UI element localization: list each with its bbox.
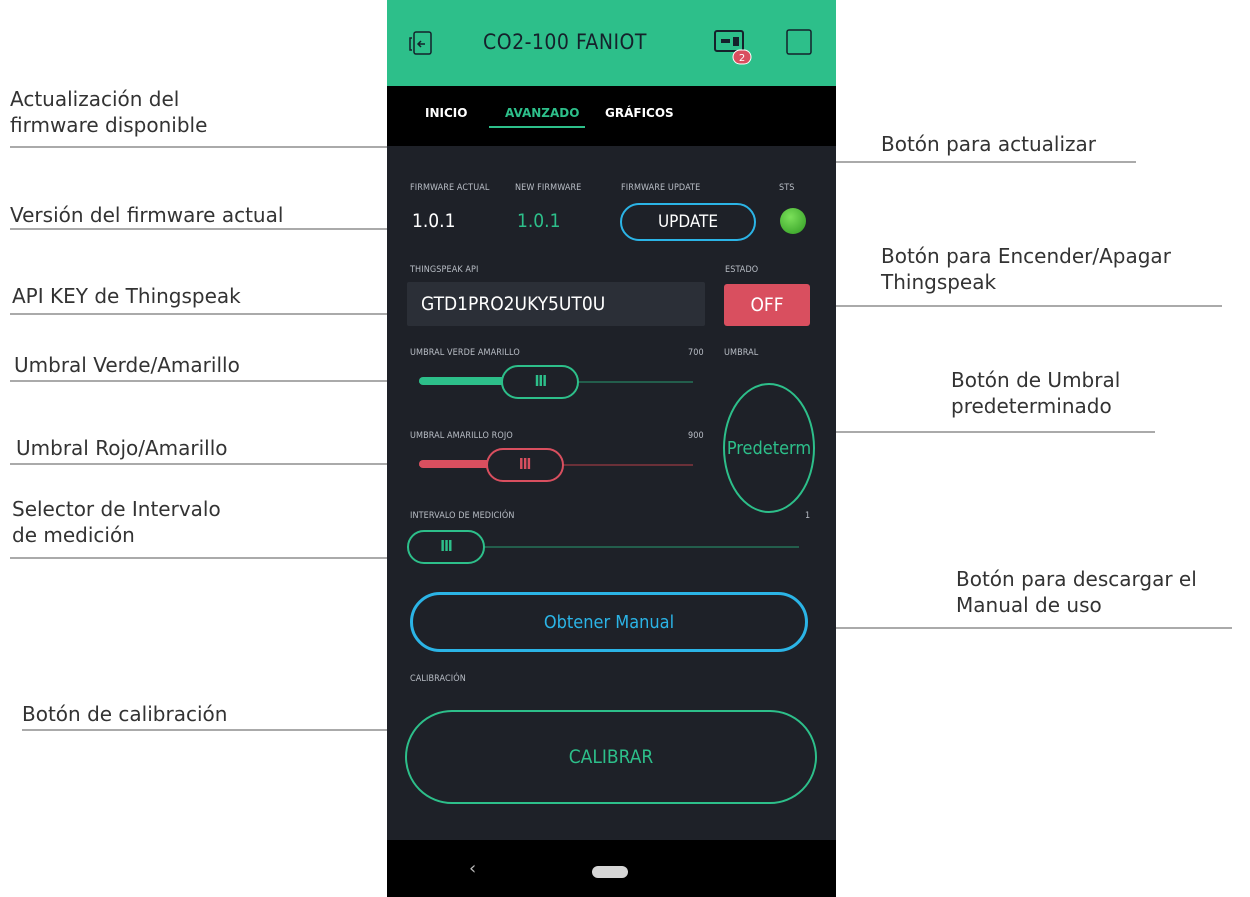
android-nav-bar: ‹ (387, 840, 836, 897)
square-icon[interactable] (785, 28, 813, 60)
firmware-update-label: FIRMWARE UPDATE (621, 183, 701, 193)
calibrar-button[interactable]: CALIBRAR (405, 710, 817, 804)
annotation-umbral-verde: Umbral Verde/Amarillo (14, 353, 240, 377)
phone-screen: CO2-100 FANIOT 2 INICIO AVANZADO GRÁFICO… (387, 0, 836, 897)
intervalo-label: INTERVALO DE MEDICIÓN (410, 511, 515, 521)
app-title: CO2-100 FANIOT (483, 30, 647, 54)
umbral-verde-value: 700 (688, 348, 704, 358)
firmware-actual-label: FIRMWARE ACTUAL (410, 183, 490, 193)
tab-graficos[interactable]: GRÁFICOS (605, 106, 674, 120)
umbral-rojo-thumb[interactable]: lll (485, 448, 564, 482)
sts-led (780, 208, 806, 234)
thingspeak-api-input[interactable]: GTD1PRO2UKY5UT0U (407, 282, 705, 326)
app-header: CO2-100 FANIOT 2 (387, 0, 836, 86)
umbral-verde-label: UMBRAL VERDE AMARILLO (410, 348, 520, 358)
tab-active-indicator (489, 126, 585, 128)
calibracion-label: CALIBRACIÓN (410, 674, 466, 684)
tab-bar: INICIO AVANZADO GRÁFICOS (387, 86, 836, 146)
annotation-api-key: API KEY de Thingspeak (12, 284, 241, 308)
annotation-firmware-disponible: Actualización del firmware disponible (10, 87, 208, 137)
annotation-firmware-actual: Versión del firmware actual (10, 203, 284, 227)
new-firmware-label: NEW FIRMWARE (515, 183, 582, 193)
umbral-rojo-fill (419, 460, 494, 468)
annotation-umbral-rojo: Umbral Rojo/Amarillo (16, 436, 228, 460)
sts-label: STS (779, 183, 795, 193)
annotation-actualizar: Botón para actualizar (881, 132, 1096, 156)
notification-count: 2 (739, 53, 745, 64)
umbral-verde-fill (419, 377, 510, 385)
umbral-predeterminado-button[interactable]: Predeterm (723, 383, 815, 513)
tab-avanzado[interactable]: AVANZADO (505, 106, 579, 120)
update-button[interactable]: UPDATE (620, 203, 756, 241)
annotation-manual: Botón para descargar el Manual de uso (956, 567, 1197, 617)
tab-inicio[interactable]: INICIO (425, 106, 467, 120)
intervalo-thumb[interactable]: lll (407, 530, 485, 564)
estado-label: ESTADO (725, 265, 759, 275)
intervalo-value: 1 (805, 511, 811, 521)
bluetooth-badge-icon[interactable]: 2 (713, 28, 755, 72)
device-icon[interactable] (407, 30, 435, 62)
annotation-thingspeak-onoff: Botón para Encender/Apagar Thingspeak (881, 244, 1171, 294)
thingspeak-off-button[interactable]: OFF (724, 284, 810, 326)
annotation-calibracion: Botón de calibración (22, 702, 228, 726)
obtener-manual-button[interactable]: Obtener Manual (410, 592, 808, 652)
thingspeak-api-label: THINGSPEAK API (410, 265, 479, 275)
back-icon[interactable]: ‹ (469, 858, 476, 879)
firmware-actual-value: 1.0.1 (412, 210, 456, 232)
umbral-rojo-label: UMBRAL AMARILLO ROJO (410, 431, 513, 441)
umbral-verde-thumb[interactable]: lll (501, 365, 580, 399)
home-icon[interactable] (592, 866, 628, 878)
annotation-umbral-pred: Botón de Umbral predeterminado (951, 368, 1121, 418)
new-firmware-value: 1.0.1 (517, 210, 561, 232)
annotation-intervalo: Selector de Intervalo de medición (12, 497, 221, 547)
umbral-label: UMBRAL (724, 348, 759, 358)
umbral-rojo-value: 900 (688, 431, 704, 441)
